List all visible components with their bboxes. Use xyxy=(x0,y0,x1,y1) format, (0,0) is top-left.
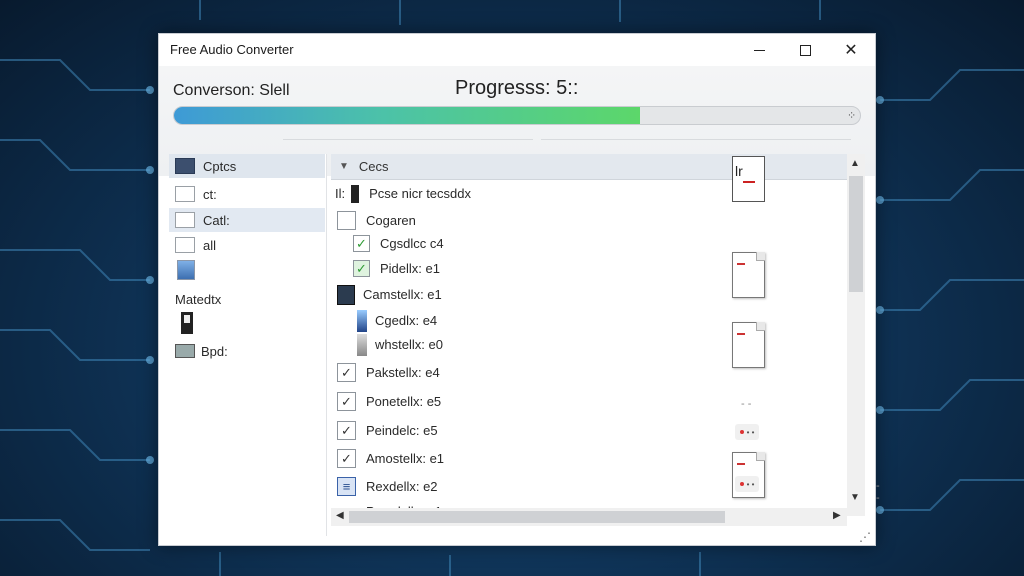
thumbnail-label: lr xyxy=(735,163,743,179)
scroll-thumb[interactable] xyxy=(849,176,863,292)
row-label: Peindelc: e5 xyxy=(366,423,438,438)
row-label: Pidellx: e1 xyxy=(380,261,440,276)
scroll-thumb[interactable] xyxy=(349,511,725,523)
sidebar-item-label: all xyxy=(203,237,217,253)
vertical-scrollbar[interactable]: ▲ ▼ xyxy=(847,154,865,516)
document-thumbnail xyxy=(732,322,765,368)
minimize-icon xyxy=(753,49,765,51)
table-row[interactable]: ✓ Peindelc: e5 xyxy=(331,418,847,443)
checkbox-checked[interactable]: ✓ xyxy=(353,235,370,252)
table-row[interactable]: ✓ Pidellx: e1 xyxy=(331,256,847,281)
document-thumbnail xyxy=(732,252,765,298)
audio-file-icon xyxy=(357,333,367,356)
list-header-label: Cecs xyxy=(358,159,389,174)
tab-divider xyxy=(283,139,533,151)
row-label: Pcse nicr tecsddx xyxy=(369,186,471,201)
status-chip: • • xyxy=(735,424,759,440)
checkbox[interactable] xyxy=(337,211,356,230)
table-row[interactable]: ✓ Cgsdlcc c4 xyxy=(331,231,847,256)
scroll-up-icon[interactable]: ▲ xyxy=(850,158,860,169)
row-label: whstellx: e0 xyxy=(375,337,443,352)
row-label: Amostellx: e1 xyxy=(366,451,445,466)
maximize-button[interactable] xyxy=(782,34,828,66)
document-thumbnail: lr xyxy=(732,156,765,202)
sidebar-item-metadata[interactable]: Matedtx xyxy=(175,287,325,311)
placeholder-dash: - - xyxy=(741,398,752,410)
progress-end-icon: ⁘ xyxy=(847,110,857,122)
file-list: ▼ Cecs Il: Pcse nicr tecsddx Cogaren ✓ C… xyxy=(331,154,847,516)
table-row[interactable]: whstellx: e0 xyxy=(331,332,847,357)
checkbox-icon xyxy=(175,237,195,253)
scroll-down-icon[interactable]: ▼ xyxy=(850,492,860,503)
progress-label: Progresss: 5:: xyxy=(455,77,579,99)
table-row[interactable]: Cogaren xyxy=(331,208,847,233)
sidebar-item-device[interactable] xyxy=(175,311,325,335)
progress-fill xyxy=(174,107,641,124)
checkbox-checked[interactable]: ✓ xyxy=(337,392,356,411)
table-row[interactable]: ≡ Rexdellx: e2 xyxy=(331,474,847,499)
minimize-button[interactable] xyxy=(736,34,782,66)
table-row[interactable]: Camstellx: e1 xyxy=(331,282,847,307)
progress-bar xyxy=(173,106,861,125)
table-row[interactable]: ✓ Amostellx: e1 xyxy=(331,446,847,471)
video-thumbnail-icon xyxy=(337,284,355,305)
sidebar-item-options[interactable]: Cptcs xyxy=(169,154,325,178)
row-label: Ponetellx: e5 xyxy=(366,394,442,409)
close-button[interactable]: ✕ xyxy=(828,34,874,66)
row-label: Cogaren xyxy=(366,213,416,228)
red-mark xyxy=(743,181,755,183)
row-label: Cgedlx: e4 xyxy=(375,313,438,328)
sidebar-item-ct[interactable]: ct: xyxy=(175,182,325,206)
row-label: Cgsdlcc c4 xyxy=(380,236,444,251)
row-label: Camstellx: e1 xyxy=(363,287,442,302)
row-label: Pakstellx: e4 xyxy=(366,365,440,380)
image-icon xyxy=(177,260,195,280)
phone-icon xyxy=(181,312,193,334)
sidebar-item-label: Cptcs xyxy=(203,158,237,174)
maximize-icon xyxy=(799,44,811,56)
sidebar-item-label: ct: xyxy=(203,186,217,202)
row-label: Rexdellx: e2 xyxy=(366,479,438,494)
scroll-right-icon[interactable]: ▶ xyxy=(833,510,841,521)
resize-grip-icon[interactable]: ⋰ xyxy=(859,530,871,544)
checkbox-checked[interactable]: ✓ xyxy=(337,421,356,440)
sidebar-item-all[interactable]: all xyxy=(175,233,325,257)
horizontal-scrollbar[interactable]: ◀ ▶ xyxy=(331,508,847,526)
list-header[interactable]: ▼ Cecs xyxy=(331,154,847,180)
sidebar-item-label: Matedtx xyxy=(175,291,222,307)
book-icon xyxy=(175,344,195,358)
table-row[interactable]: Il: Pcse nicr tecsddx xyxy=(331,181,847,206)
sidebar-item-catl[interactable]: Catl: xyxy=(169,208,325,232)
close-icon: ✕ xyxy=(844,42,858,59)
sidebar-item-bpd[interactable]: Bpd: xyxy=(175,339,325,363)
sidebar: Cptcs ct: Catl: all Matedtx Bpd: xyxy=(169,154,327,536)
checkbox-checked[interactable]: ✓ xyxy=(337,363,356,382)
sidebar-item-image[interactable] xyxy=(175,258,325,282)
app-window: Free Audio Converter ✕ Converson: Slell … xyxy=(158,33,880,546)
checkbox-icon xyxy=(175,186,195,202)
row-prefix: Il: xyxy=(335,186,346,201)
status-chip: • • xyxy=(735,476,759,492)
list-icon[interactable]: ≡ xyxy=(337,477,356,496)
sort-arrow-icon: ▼ xyxy=(339,161,349,172)
title-bar[interactable]: Free Audio Converter ✕ xyxy=(159,34,875,66)
table-row[interactable]: ✓ Ponetellx: e5 xyxy=(331,389,847,414)
file-icon xyxy=(351,184,360,203)
table-row[interactable]: Cgedlx: e4 xyxy=(331,308,847,333)
folder-icon xyxy=(175,158,195,174)
audio-file-icon xyxy=(357,309,367,332)
checkbox-icon xyxy=(175,212,195,228)
window-title: Free Audio Converter xyxy=(170,42,294,57)
checkbox-checked[interactable]: ✓ xyxy=(353,260,370,277)
checkbox-checked[interactable]: ✓ xyxy=(337,449,356,468)
sidebar-item-label: Catl: xyxy=(203,212,230,228)
placeholder-dash: - - xyxy=(876,480,880,504)
table-row[interactable]: ✓ Pakstellx: e4 xyxy=(331,360,847,385)
tab-divider xyxy=(541,139,851,151)
sidebar-item-label: Bpd: xyxy=(201,343,228,359)
scroll-left-icon[interactable]: ◀ xyxy=(336,510,344,521)
conversion-status-label: Converson: Slell xyxy=(173,82,290,99)
